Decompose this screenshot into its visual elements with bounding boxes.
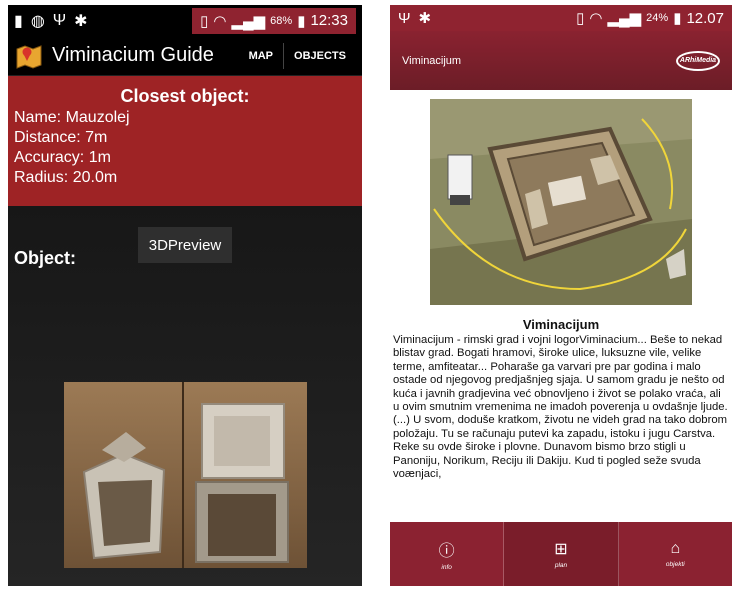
left-phone-screen: ▮ ◍ Ψ ✱ ▯ ◠ ▂▄▆ 68% ▮ 12:33 Viminacium G… xyxy=(8,5,362,586)
usb-icon: Ψ xyxy=(52,11,67,29)
object-radius: Radius: 20.0m xyxy=(14,169,118,186)
nav-info[interactable]: ⓘ info xyxy=(390,522,505,586)
battery-icon: ▮ xyxy=(14,12,23,30)
object-photo xyxy=(64,382,307,568)
wifi-icon: ◠ xyxy=(589,10,603,27)
gps-accuracy: Accuracy: 1m xyxy=(14,149,111,166)
object-label: Object: xyxy=(14,248,77,268)
arhimedia-logo: ARhiMedia xyxy=(676,50,720,71)
globe-icon: ◍ xyxy=(30,12,45,30)
bug-icon: ✱ xyxy=(418,10,432,27)
info-icon: ⓘ xyxy=(438,543,455,560)
right-phone-screen: Ψ ✱ ▯ ◠ ▂▄▆ 24% ▮ 12.07 Viminacijum ARhi… xyxy=(390,5,732,586)
battery-percent: 24% xyxy=(646,12,669,24)
signal-icon: ▂▄▆ xyxy=(607,10,642,27)
nav-plan[interactable]: ⊞ plan xyxy=(504,522,619,586)
vibrate-icon: ▯ xyxy=(200,12,209,30)
plan-icon: ⊞ xyxy=(554,541,568,558)
nav-objekti[interactable]: ⌂ objekti xyxy=(619,522,732,586)
battery-percent: 68% xyxy=(270,14,293,27)
vibrate-icon: ▯ xyxy=(576,10,585,27)
signal-icon: ▂▄▆ xyxy=(231,12,266,30)
app-bar: Viminacium Guide MAP OBJECTS xyxy=(8,36,362,76)
closest-title: Closest object: xyxy=(120,86,250,106)
wifi-icon: ◠ xyxy=(213,12,227,30)
battery-icon: ▮ xyxy=(297,12,306,30)
nav-label: objekti xyxy=(665,561,685,568)
usb-icon: Ψ xyxy=(398,9,411,27)
content[interactable]: Viminacijum Viminacijum - rimski grad i … xyxy=(390,90,732,522)
status-bar: Ψ ✱ ▯ ◠ ▂▄▆ 24% ▮ 12.07 xyxy=(390,5,732,31)
building-icon: ⌂ xyxy=(670,540,681,557)
nav-label: plan xyxy=(554,562,568,569)
3d-preview-button[interactable]: 3DPreview xyxy=(138,227,232,263)
app-title: Viminacijum xyxy=(402,54,462,67)
site-description: Viminacijum - rimski grad i vojni logorV… xyxy=(393,334,728,481)
status-bar: ▮ ◍ Ψ ✱ ▯ ◠ ▂▄▆ 68% ▮ 12:33 xyxy=(8,5,362,36)
object-area: Object: 3DPreview xyxy=(8,206,362,586)
app-bar: Viminacijum ARhiMedia xyxy=(390,31,732,90)
nav-label: info xyxy=(441,564,452,571)
map-icon[interactable] xyxy=(14,42,44,70)
app-title: Viminacium Guide xyxy=(52,44,214,66)
bug-icon: ✱ xyxy=(74,12,88,30)
site-aerial-photo xyxy=(430,99,692,305)
clock: 12:33 xyxy=(310,12,348,29)
objects-button[interactable]: OBJECTS xyxy=(284,44,356,68)
closest-object-panel: Closest object: Name: Mauzolej Distance:… xyxy=(8,76,362,206)
clock: 12.07 xyxy=(686,9,724,27)
site-title: Viminacijum xyxy=(522,317,600,332)
bottom-navigation: ⓘ info ⊞ plan ⌂ objekti xyxy=(390,522,732,586)
battery-icon: ▮ xyxy=(673,10,682,27)
object-name: Name: Mauzolej xyxy=(14,109,130,126)
object-distance: Distance: 7m xyxy=(14,129,108,146)
map-button[interactable]: MAP xyxy=(239,44,283,68)
